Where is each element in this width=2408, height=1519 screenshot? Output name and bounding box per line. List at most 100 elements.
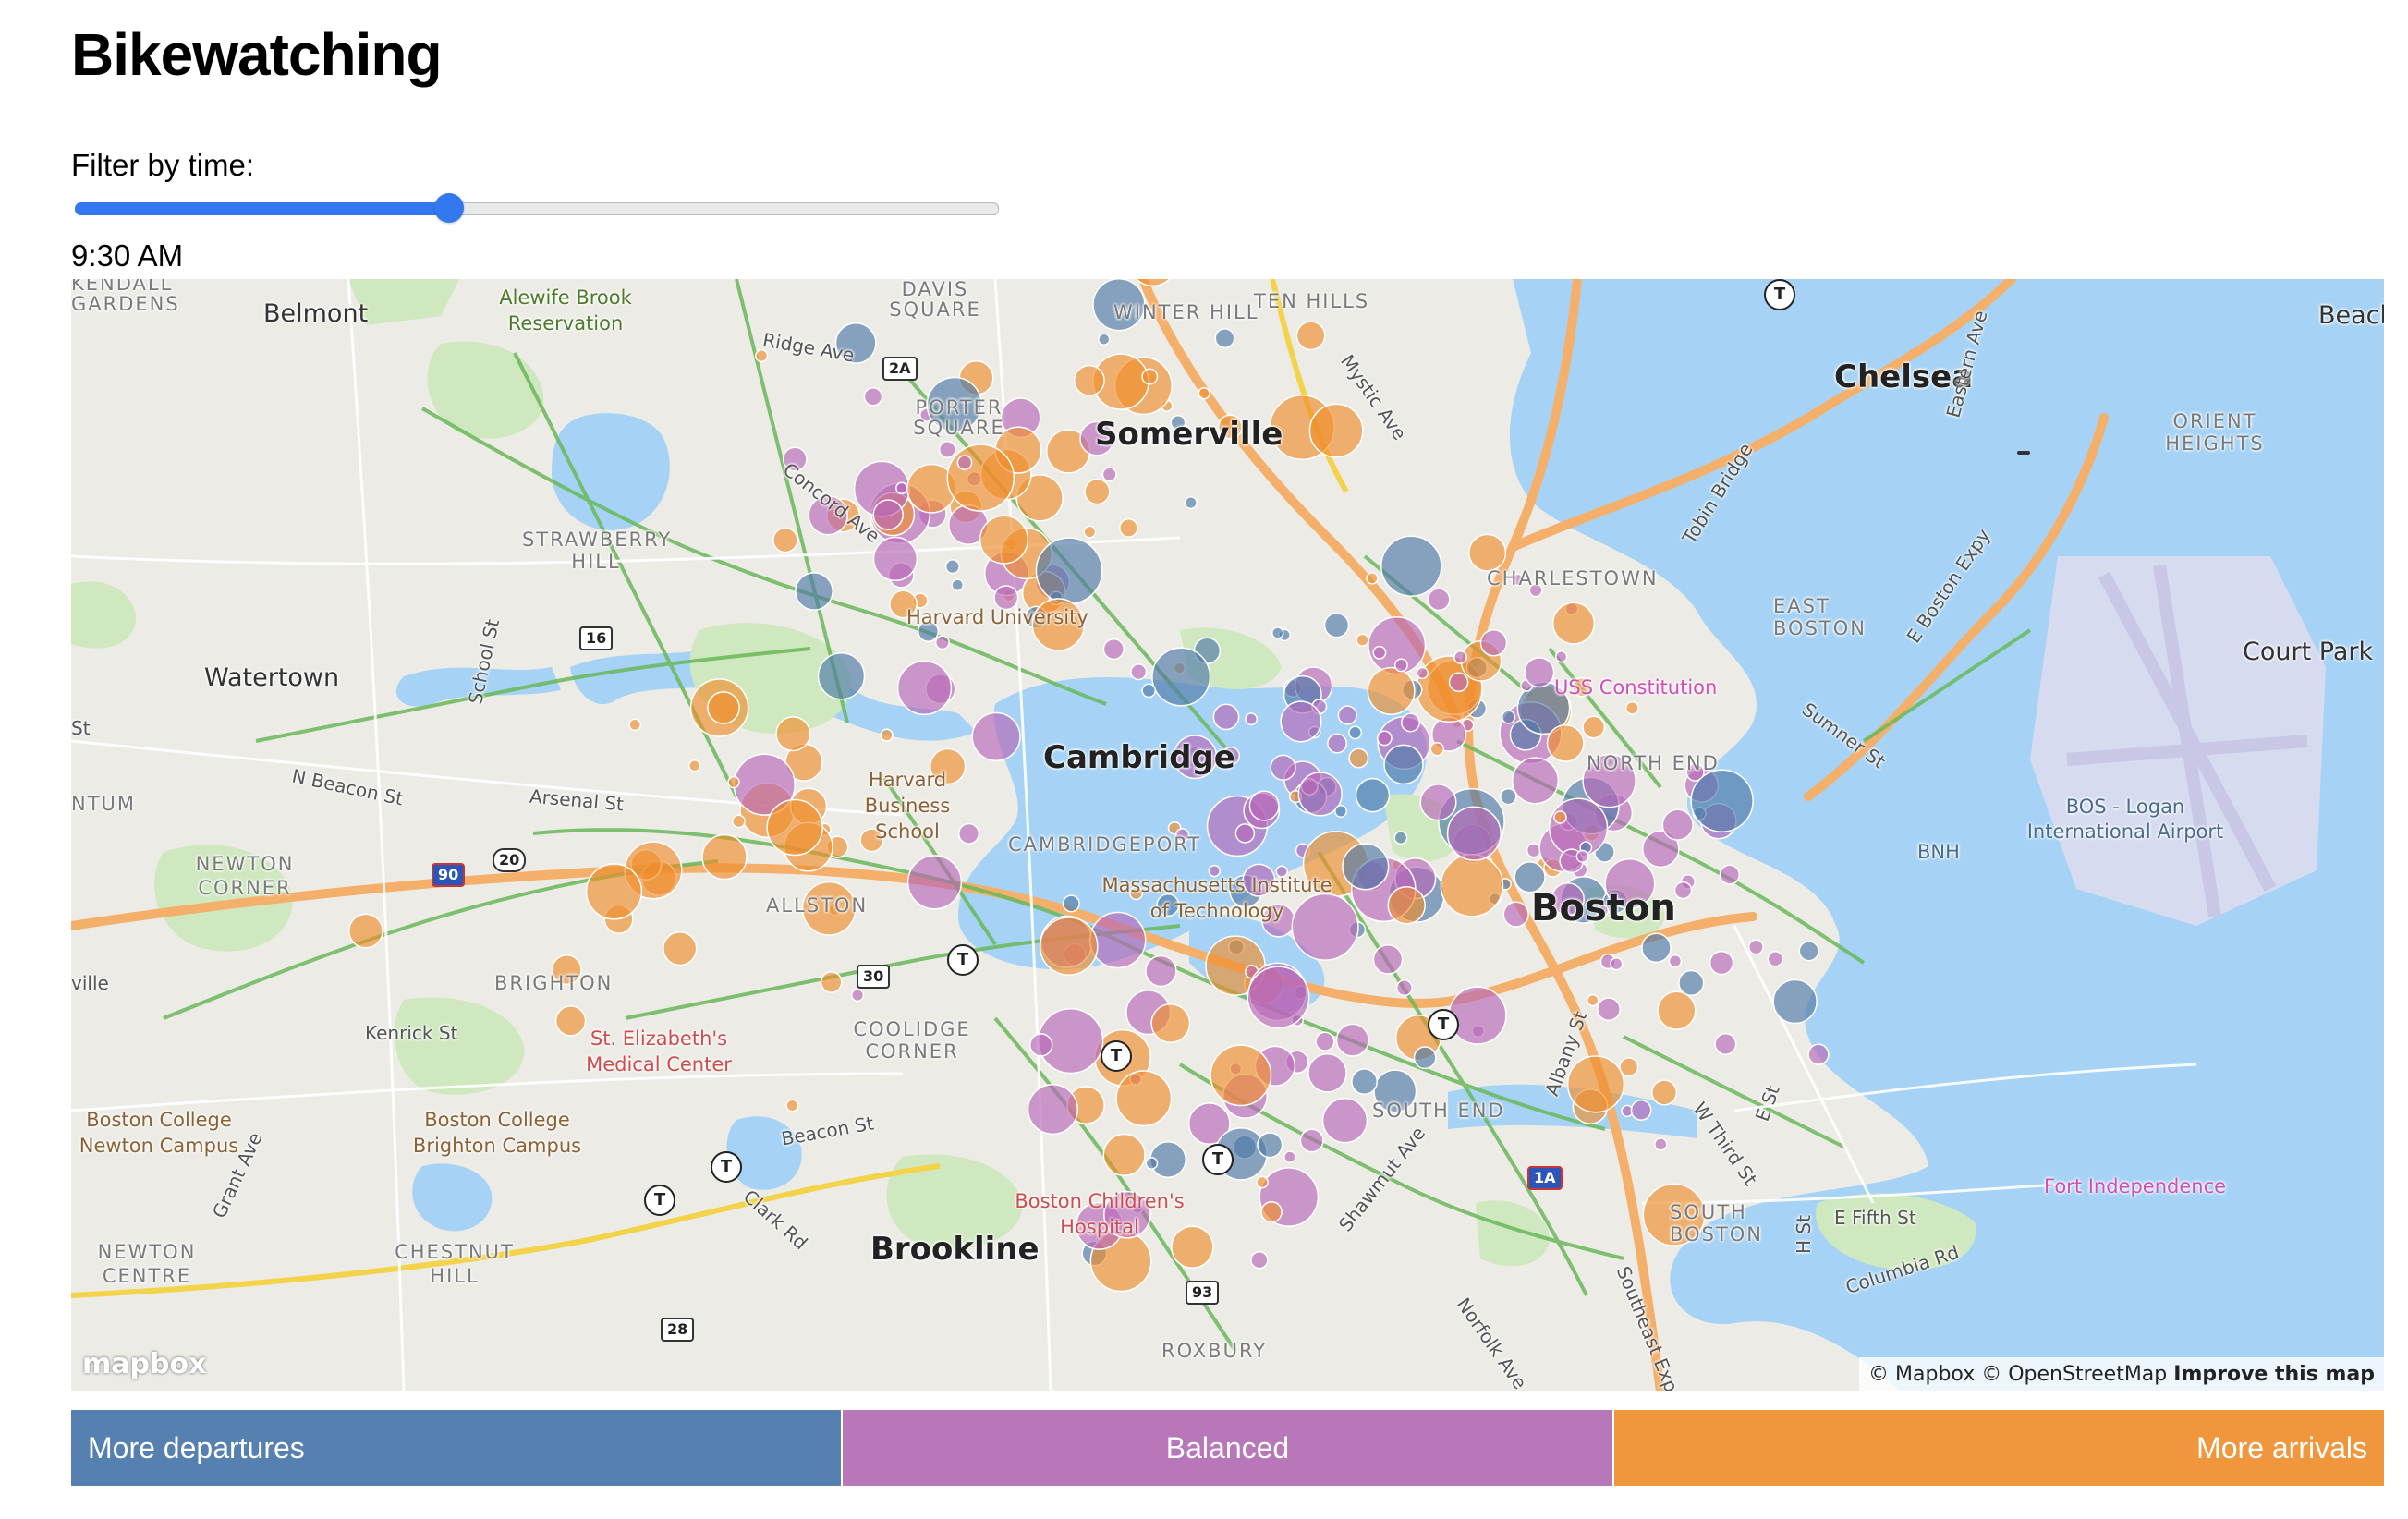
station-marker[interactable] xyxy=(1337,705,1357,725)
station-marker[interactable] xyxy=(1062,894,1080,913)
station-marker[interactable] xyxy=(956,455,973,470)
station-marker[interactable] xyxy=(766,798,823,857)
station-marker[interactable] xyxy=(1367,666,1416,715)
station-marker[interactable] xyxy=(896,660,953,716)
station-marker[interactable] xyxy=(707,691,740,724)
station-marker[interactable] xyxy=(1387,886,1426,925)
station-marker[interactable] xyxy=(1798,941,1819,962)
station-marker[interactable] xyxy=(1084,478,1111,505)
station-marker[interactable] xyxy=(1807,1043,1830,1065)
station-marker[interactable] xyxy=(1307,1052,1347,1093)
station-marker[interactable] xyxy=(1427,588,1451,612)
station-marker[interactable] xyxy=(1280,700,1322,743)
station-marker[interactable] xyxy=(1673,881,1693,900)
station-marker[interactable] xyxy=(628,718,642,732)
station-marker[interactable] xyxy=(1248,790,1280,821)
station-marker[interactable] xyxy=(1661,808,1694,841)
improve-map-link[interactable]: Improve this map xyxy=(2173,1363,2375,1386)
station-marker[interactable] xyxy=(795,572,833,611)
station-marker[interactable] xyxy=(1501,710,1516,724)
station-marker[interactable] xyxy=(1416,666,1429,680)
station-marker[interactable] xyxy=(1553,810,1567,824)
station-marker[interactable] xyxy=(1393,658,1408,673)
station-marker[interactable] xyxy=(1376,730,1393,747)
station-marker[interactable] xyxy=(1610,957,1624,971)
station-marker[interactable] xyxy=(1145,954,1177,988)
station-marker[interactable] xyxy=(1315,1031,1335,1051)
station-marker[interactable] xyxy=(1366,572,1379,585)
slider-thumb[interactable] xyxy=(434,193,464,223)
station-marker[interactable] xyxy=(701,833,748,881)
station-marker[interactable] xyxy=(1348,725,1363,740)
station-marker[interactable] xyxy=(1039,917,1099,976)
station-marker[interactable] xyxy=(1073,364,1105,396)
station-marker[interactable] xyxy=(1479,629,1508,657)
station-marker[interactable] xyxy=(1511,757,1560,805)
station-marker[interactable] xyxy=(895,481,908,495)
station-marker[interactable] xyxy=(1184,496,1198,510)
station-marker[interactable] xyxy=(1283,1150,1296,1163)
station-marker[interactable] xyxy=(1372,645,1387,660)
attribution-text[interactable]: © Mapbox © OpenStreetMap xyxy=(1868,1363,2167,1386)
station-marker[interactable] xyxy=(1654,1137,1668,1151)
station-marker[interactable] xyxy=(1668,954,1683,968)
station-marker[interactable] xyxy=(1351,1068,1379,1096)
station-marker[interactable] xyxy=(1767,951,1784,967)
station-marker[interactable] xyxy=(1245,712,1259,726)
station-marker[interactable] xyxy=(1028,1033,1053,1057)
station-marker[interactable] xyxy=(1747,939,1764,955)
station-marker[interactable] xyxy=(1141,683,1157,699)
station-marker[interactable] xyxy=(1419,784,1457,821)
station-marker[interactable] xyxy=(1630,1100,1652,1121)
station-marker[interactable] xyxy=(1413,1046,1437,1070)
station-marker[interactable] xyxy=(1468,533,1507,572)
station-marker[interactable] xyxy=(1453,650,1467,664)
station-marker[interactable] xyxy=(1083,525,1097,539)
station-marker[interactable] xyxy=(347,913,383,949)
station-marker[interactable] xyxy=(1500,787,1517,806)
station-marker[interactable] xyxy=(934,635,950,650)
time-slider[interactable] xyxy=(71,190,1003,224)
station-marker[interactable] xyxy=(872,536,918,582)
station-marker[interactable] xyxy=(1690,769,1754,832)
station-marker[interactable] xyxy=(1323,612,1350,638)
station-marker[interactable] xyxy=(1383,744,1424,785)
station-marker[interactable] xyxy=(1502,901,1529,928)
station-marker[interactable] xyxy=(727,775,740,789)
station-marker[interactable] xyxy=(1102,638,1125,661)
station-marker[interactable] xyxy=(946,444,1015,512)
station-marker[interactable] xyxy=(1334,805,1347,818)
station-marker[interactable] xyxy=(1102,1133,1146,1177)
station-marker[interactable] xyxy=(1678,969,1705,997)
station-marker[interactable] xyxy=(1308,403,1364,458)
station-marker[interactable] xyxy=(1260,1200,1283,1223)
station-marker[interactable] xyxy=(1327,733,1348,754)
station-marker[interactable] xyxy=(1566,1055,1625,1113)
station-marker[interactable] xyxy=(1548,797,1609,857)
station-marker[interactable] xyxy=(944,559,960,575)
station-marker[interactable] xyxy=(785,1099,799,1112)
station-marker[interactable] xyxy=(1440,854,1504,917)
station-marker[interactable] xyxy=(1212,703,1240,731)
station-marker[interactable] xyxy=(663,930,698,966)
station-marker[interactable] xyxy=(1395,979,1413,997)
station-marker[interactable] xyxy=(1714,1032,1737,1055)
station-marker[interactable] xyxy=(1526,843,1541,858)
station-marker[interactable] xyxy=(1448,986,1507,1045)
station-marker[interactable] xyxy=(1448,672,1469,693)
station-marker[interactable] xyxy=(1651,1079,1678,1106)
station-marker[interactable] xyxy=(1582,715,1606,739)
station-marker[interactable] xyxy=(979,515,1029,565)
station-marker[interactable] xyxy=(1115,1070,1173,1127)
station-marker[interactable] xyxy=(1210,1044,1272,1107)
map[interactable]: Somerville Cambridge Boston Brookline Ch… xyxy=(71,279,2384,1391)
station-marker[interactable] xyxy=(817,651,866,700)
station-marker[interactable] xyxy=(775,716,811,752)
station-marker[interactable] xyxy=(1270,754,1296,781)
station-marker[interactable] xyxy=(1719,864,1741,885)
station-marker[interactable] xyxy=(1372,944,1404,975)
station-marker[interactable] xyxy=(772,527,798,553)
station-marker[interactable] xyxy=(1321,1098,1368,1144)
station-marker[interactable] xyxy=(1198,386,1210,400)
station-marker[interactable] xyxy=(1524,657,1555,688)
